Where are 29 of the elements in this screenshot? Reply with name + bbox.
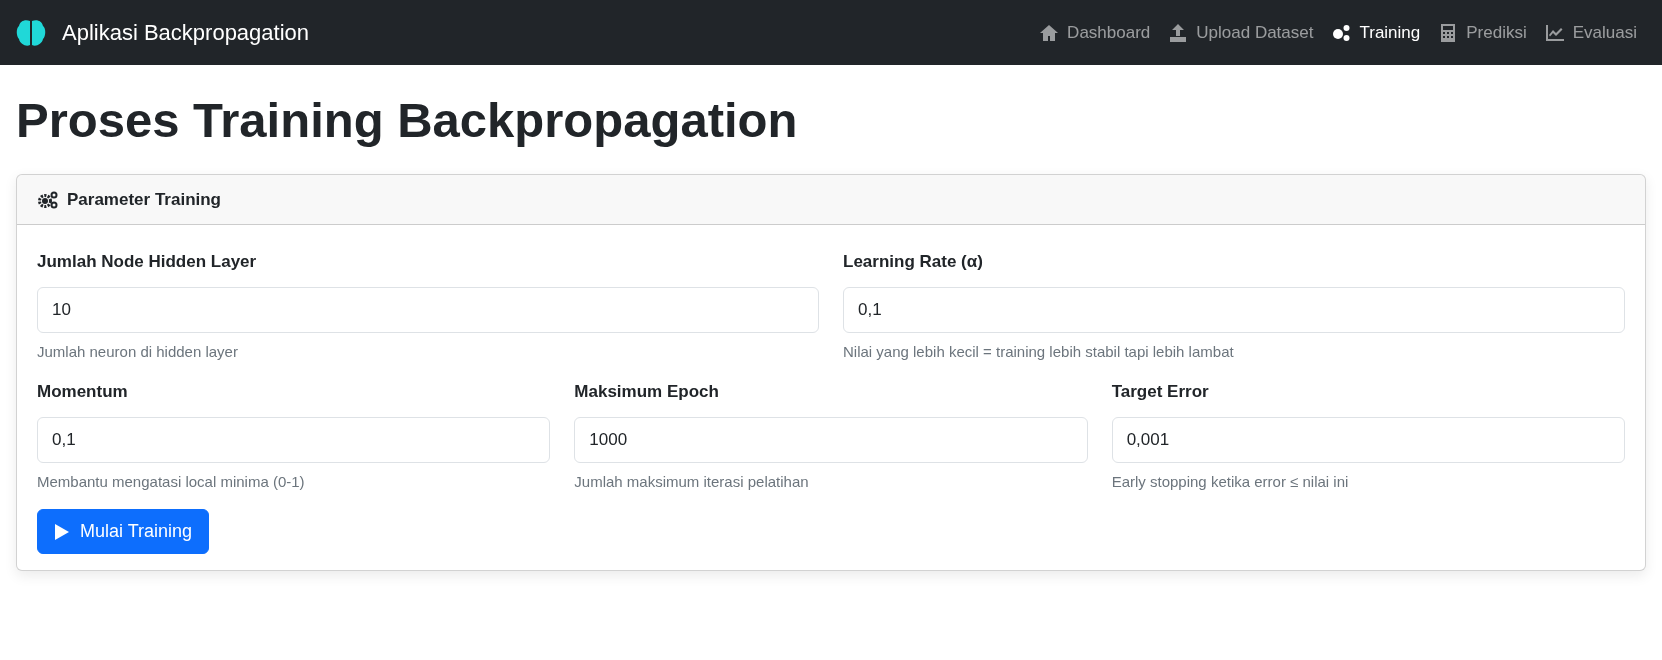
help-text: Nilai yang lebih kecil = training lebih stabil tapi lebih lambat xyxy=(843,341,1235,362)
page-title: Proses Training Backpropagation xyxy=(15,92,799,149)
nav-link[interactable]: Prediksi xyxy=(1429,13,1536,52)
brain-icon xyxy=(16,18,46,47)
card-title: Parameter Training xyxy=(67,188,221,211)
input-field[interactable]: 0,001 xyxy=(1111,416,1625,463)
field-label: Momentum xyxy=(37,381,129,404)
input-field[interactable]: 0,1 xyxy=(37,416,551,463)
input-field[interactable]: 10 xyxy=(37,286,819,333)
field-label: Target Error xyxy=(1111,381,1210,404)
home-icon xyxy=(1039,22,1060,43)
input-field[interactable]: 0,1 xyxy=(843,286,1625,333)
help-text: Membantu mengatasi local minima (0-1) xyxy=(37,471,306,492)
nav-link[interactable]: Evaluasi xyxy=(1535,13,1646,52)
play-icon xyxy=(54,522,70,541)
field-label: Maksimum Epoch xyxy=(574,381,720,404)
field-label: Jumlah Node Hidden Layer xyxy=(37,251,258,274)
start-training-button[interactable]: Mulai Training xyxy=(37,509,210,555)
help-text: Early stopping ketika error ≤ nilai ini xyxy=(1111,471,1350,492)
input-field[interactable]: 1000 xyxy=(574,416,1088,463)
nav-link[interactable]: Dashboard xyxy=(1030,13,1160,52)
nav-link[interactable]: Upload Dataset xyxy=(1159,13,1323,52)
line-chart-icon xyxy=(1544,22,1565,43)
app-title: Aplikasi Backpropagation xyxy=(62,19,310,47)
help-text: Jumlah maksimum iterasi pelatihan xyxy=(574,471,810,492)
upload-icon xyxy=(1168,22,1189,43)
nav-link[interactable]: Training xyxy=(1322,13,1430,52)
help-text: Jumlah neuron di hidden layer xyxy=(37,341,239,362)
field-label: Learning Rate (α) xyxy=(843,251,984,274)
